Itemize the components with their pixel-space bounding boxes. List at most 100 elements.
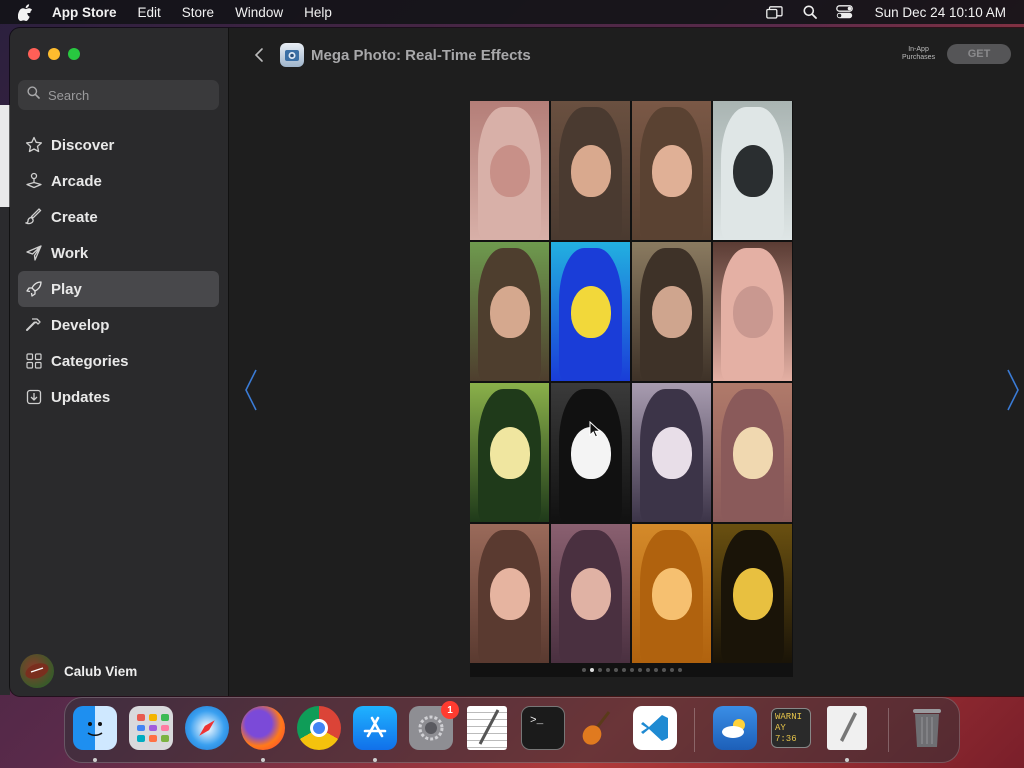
product-header: Mega Photo: Real-Time Effects In-App Pur…: [230, 40, 1024, 70]
console-text-line: AY 7:36: [775, 722, 797, 744]
menu-app-name[interactable]: App Store: [52, 5, 117, 20]
script-editor-icon[interactable]: [825, 706, 869, 750]
sidebar-item-work[interactable]: Work: [18, 235, 219, 271]
carousel-dot[interactable]: [653, 668, 658, 672]
apple-menu-icon[interactable]: [18, 3, 38, 21]
effect-thumbnail: [551, 524, 630, 663]
sidebar-item-label: Updates: [51, 388, 111, 406]
app-store-window: Discover Arcade Create Work: [10, 28, 1024, 696]
carousel-dot[interactable]: [597, 668, 602, 672]
textedit-icon[interactable]: [465, 706, 509, 750]
app-title: Mega Photo: Real-Time Effects: [311, 46, 531, 64]
iap-line-2: Purchases: [902, 54, 936, 61]
portrait-face: [651, 568, 692, 621]
notification-badge: 1: [441, 701, 459, 719]
carousel-dot[interactable]: [581, 668, 586, 672]
sidebar-item-discover[interactable]: Discover: [18, 127, 219, 163]
magnifier-icon: [27, 86, 40, 104]
control-center-icon[interactable]: [836, 5, 854, 19]
app-icon: [280, 43, 304, 67]
menu-edit[interactable]: Edit: [138, 5, 161, 20]
portrait-face: [651, 145, 692, 198]
portrait-face: [651, 427, 692, 480]
effect-thumbnail: [713, 101, 792, 240]
menu-store[interactable]: Store: [182, 5, 214, 20]
sidebar-item-play[interactable]: Play: [18, 271, 219, 307]
zoom-window-button[interactable]: [68, 48, 80, 60]
close-window-button[interactable]: [28, 48, 40, 60]
settings-icon[interactable]: 1: [409, 701, 459, 750]
sidebar-item-updates[interactable]: Updates: [18, 379, 219, 415]
sidebar-item-develop[interactable]: Develop: [18, 307, 219, 343]
carousel-dot[interactable]: [645, 668, 650, 672]
get-button[interactable]: GET: [947, 44, 1011, 64]
portrait-face: [732, 427, 773, 480]
paper-plane-icon: [24, 243, 44, 263]
menu-window[interactable]: Window: [235, 5, 283, 20]
carousel-dot[interactable]: [589, 668, 594, 672]
next-screenshot-arrow-icon[interactable]: [1006, 368, 1020, 412]
carousel-dot[interactable]: [669, 668, 674, 672]
portrait-face: [489, 568, 530, 621]
portrait-face: [489, 145, 530, 198]
carousel-dot[interactable]: [637, 668, 642, 672]
avatar[interactable]: [20, 654, 54, 688]
launchpad-icon[interactable]: [129, 706, 173, 750]
console-icon[interactable]: WARNI AY 7:36: [769, 706, 813, 750]
running-indicator: [845, 758, 849, 762]
menu-clock[interactable]: Sun Dec 24 10:10 AM: [875, 5, 1006, 20]
portrait-face: [570, 568, 611, 621]
menu-bar: App Store Edit Store Window Help Sun Dec…: [0, 0, 1024, 24]
sidebar-item-categories[interactable]: Categories: [18, 343, 219, 379]
sidebar-item-label: Develop: [51, 316, 110, 334]
effect-thumbnail: [470, 524, 549, 663]
sidebar-item-arcade[interactable]: Arcade: [18, 163, 219, 199]
sidebar-item-create[interactable]: Create: [18, 199, 219, 235]
carousel-dot[interactable]: [677, 668, 682, 672]
user-name: Calub Viem: [64, 663, 138, 679]
background-window-strip: [0, 105, 10, 207]
guitar-icon[interactable]: [577, 706, 621, 750]
carousel-page-dots: [470, 665, 793, 675]
window-controls: [28, 48, 80, 60]
firefox-icon[interactable]: [241, 706, 285, 750]
download-icon: [24, 387, 44, 407]
screenshot-carousel[interactable]: [470, 101, 793, 677]
carousel-dot[interactable]: [613, 668, 618, 672]
back-chevron-icon[interactable]: [254, 46, 268, 64]
portrait-face: [732, 286, 773, 339]
effects-preview-grid: [470, 101, 793, 663]
minimize-window-button[interactable]: [48, 48, 60, 60]
brush-icon: [24, 207, 44, 227]
trash-icon[interactable]: [905, 706, 949, 750]
carousel-dot[interactable]: [661, 668, 666, 672]
carousel-dot[interactable]: [629, 668, 634, 672]
sidebar-item-label: Play: [51, 280, 82, 298]
effect-thumbnail: [632, 524, 711, 663]
menu-help[interactable]: Help: [304, 5, 332, 20]
sidebar-item-label: Work: [51, 244, 89, 262]
finder-icon[interactable]: [73, 706, 117, 750]
carousel-dot[interactable]: [605, 668, 610, 672]
previous-screenshot-arrow-icon[interactable]: [244, 368, 258, 412]
weather-icon[interactable]: [713, 706, 757, 750]
mouse-cursor-icon: [589, 421, 601, 438]
terminal-icon[interactable]: >_: [521, 706, 565, 750]
screen-mirroring-icon[interactable]: [766, 5, 784, 19]
carousel-dot[interactable]: [621, 668, 626, 672]
rocket-icon: [24, 279, 44, 299]
sidebar-item-label: Create: [51, 208, 98, 226]
portrait-face: [570, 145, 611, 198]
vscode-icon[interactable]: [633, 706, 677, 750]
effect-thumbnail: [470, 101, 549, 240]
sidebar-search[interactable]: [18, 80, 219, 110]
user-profile[interactable]: Calub Viem: [20, 654, 137, 688]
grid-icon: [24, 351, 44, 371]
safari-icon[interactable]: [185, 706, 229, 750]
dock: 1 >_ WARNI AY 7:36: [64, 697, 960, 763]
portrait-face: [489, 286, 530, 339]
search-icon[interactable]: [801, 5, 819, 19]
app-store-icon[interactable]: [353, 706, 397, 750]
search-input[interactable]: [48, 87, 208, 103]
chrome-icon[interactable]: [297, 706, 341, 750]
